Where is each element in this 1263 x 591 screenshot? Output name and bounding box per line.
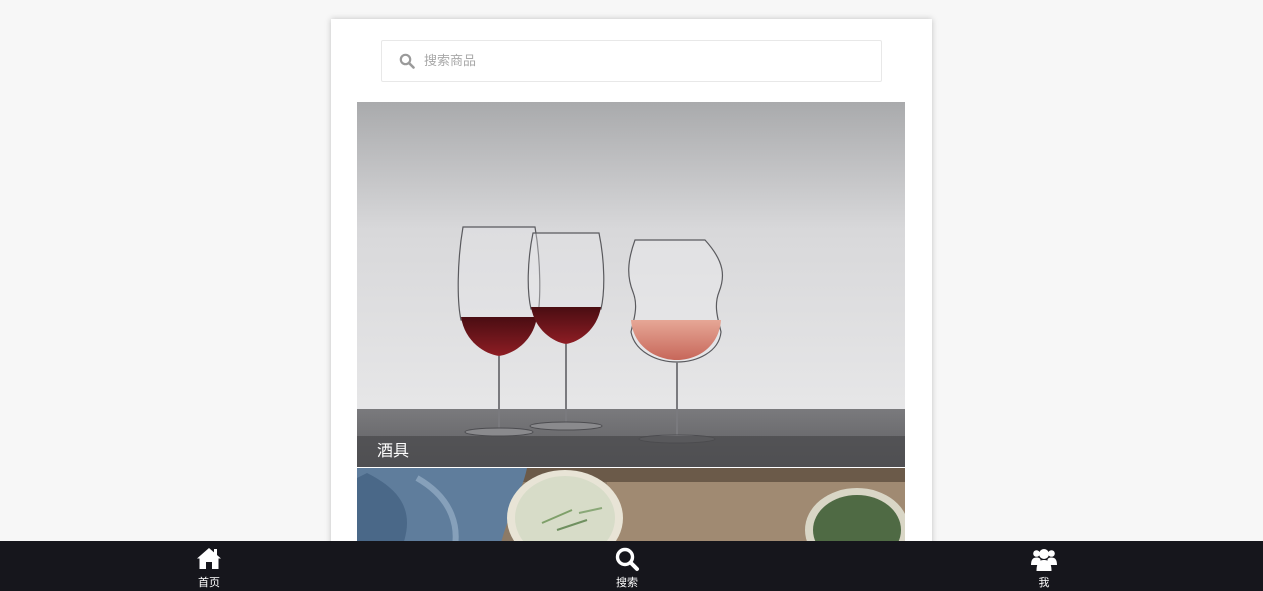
home-icon bbox=[197, 548, 221, 569]
tab-home[interactable]: 首页 bbox=[149, 541, 269, 591]
search-icon bbox=[399, 53, 415, 69]
search-bar[interactable] bbox=[381, 40, 882, 82]
category-label: 酒具 bbox=[377, 441, 410, 460]
search-input[interactable] bbox=[424, 41, 864, 81]
tab-me-label: 我 bbox=[1038, 576, 1050, 589]
bottom-tab-bar: 首页 搜索 我 bbox=[0, 541, 1263, 591]
app-card: 酒具 bbox=[331, 19, 932, 559]
wine-glasses-image bbox=[357, 102, 905, 467]
category-caption: 酒具 bbox=[357, 436, 905, 467]
tab-home-label: 首页 bbox=[198, 576, 220, 589]
tab-search-label: 搜索 bbox=[616, 576, 638, 589]
category-banner-wine-glasses[interactable]: 酒具 bbox=[357, 102, 905, 467]
tab-me[interactable]: 我 bbox=[984, 541, 1104, 591]
search-icon bbox=[615, 547, 639, 571]
users-icon bbox=[1031, 549, 1057, 571]
tab-search[interactable]: 搜索 bbox=[567, 541, 687, 591]
